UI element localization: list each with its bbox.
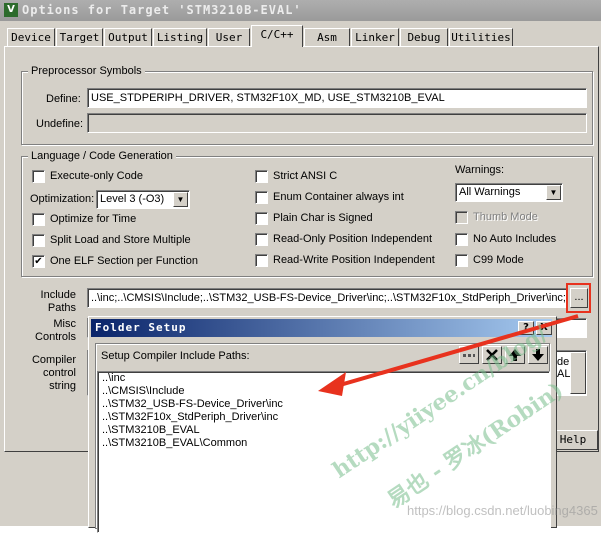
tab-cpp[interactable]: C/C++	[251, 25, 303, 47]
tab-debug[interactable]: Debug	[400, 28, 448, 47]
move-down-icon[interactable]	[528, 346, 548, 364]
rw-pi-label: Read-Write Position Independent	[273, 254, 435, 266]
chevron-down-icon[interactable]: ▼	[546, 185, 561, 200]
window-title: Options for Target 'STM3210B-EVAL'	[22, 3, 302, 17]
plain-char-label: Plain Char is Signed	[273, 212, 373, 224]
chevron-down-icon[interactable]: ▼	[173, 192, 188, 207]
undefine-input[interactable]	[87, 113, 587, 133]
language-group-label: Language / Code Generation	[28, 150, 176, 162]
tab-utilities[interactable]: Utilities	[449, 28, 513, 47]
execute-only-checkbox[interactable]	[32, 170, 45, 183]
list-item[interactable]: ..\STM3210B_EVAL	[102, 424, 200, 436]
tab-user[interactable]: User	[208, 28, 250, 47]
undefine-label: Undefine:	[36, 118, 84, 130]
folder-setup-title-bar: Folder Setup ? X	[91, 319, 552, 337]
one-elf-checkbox[interactable]: ✔	[32, 255, 45, 268]
strict-ansi-checkbox[interactable]	[255, 170, 268, 183]
move-up-icon[interactable]	[505, 346, 525, 364]
list-item[interactable]: ..\CMSIS\Include	[102, 385, 185, 397]
warnings-select[interactable]: All Warnings ▼	[455, 183, 563, 202]
one-elf-label: One ELF Section per Function	[50, 255, 198, 267]
misc-controls-label-1: Misc	[53, 318, 76, 330]
c99-mode-checkbox[interactable]	[455, 254, 468, 267]
no-auto-includes-checkbox[interactable]	[455, 233, 468, 246]
list-item[interactable]: ..\STM32_USB-FS-Device_Driver\inc	[102, 398, 283, 410]
preprocessor-group	[21, 71, 593, 145]
delete-icon[interactable]	[482, 346, 502, 364]
define-label: Define:	[46, 93, 81, 105]
keil-app-icon: V	[4, 3, 18, 17]
optimization-label: Optimization:	[30, 193, 95, 205]
no-auto-includes-label: No Auto Includes	[473, 233, 557, 245]
strict-ansi-label: Strict ANSI C	[273, 170, 338, 182]
enum-int-checkbox[interactable]	[255, 191, 268, 204]
define-input[interactable]: USE_STDPERIPH_DRIVER, STM32F10X_MD, USE_…	[87, 88, 587, 108]
ro-pi-label: Read-Only Position Independent	[273, 233, 432, 245]
title-bar: V Options for Target 'STM3210B-EVAL'	[0, 0, 601, 21]
optimization-select[interactable]: Level 3 (-O3) ▼	[96, 190, 190, 209]
c99-mode-label: C99 Mode	[473, 254, 524, 266]
folder-setup-title: Folder Setup	[95, 321, 187, 334]
optimization-value: Level 3 (-O3)	[100, 193, 165, 205]
include-paths-label-2: Paths	[47, 302, 76, 314]
list-item[interactable]: ..\STM3210B_EVAL\Common	[102, 437, 247, 449]
tab-device[interactable]: Device	[7, 28, 55, 47]
list-item[interactable]: ..\STM32F10x_StdPeriph_Driver\inc	[102, 411, 278, 423]
compiler-string-scrollbar[interactable]	[570, 352, 586, 394]
tab-listing[interactable]: Listing	[153, 28, 207, 47]
preprocessor-group-label: Preprocessor Symbols	[28, 65, 145, 77]
thumb-mode-checkbox[interactable]	[455, 211, 468, 224]
tab-target[interactable]: Target	[56, 28, 103, 47]
plain-char-checkbox[interactable]	[255, 212, 268, 225]
compiler-string-partial-2: AL	[557, 368, 571, 380]
rw-pi-checkbox[interactable]	[255, 254, 268, 267]
list-item[interactable]: ..\inc	[102, 372, 125, 384]
ro-pi-checkbox[interactable]	[255, 233, 268, 246]
thumb-mode-label: Thumb Mode	[473, 211, 538, 223]
optimize-time-checkbox[interactable]	[32, 213, 45, 226]
compiler-string-partial-1: de	[557, 356, 570, 368]
close-icon[interactable]: X	[536, 321, 552, 335]
enum-int-label: Enum Container always int	[273, 191, 404, 203]
tab-asm[interactable]: Asm	[304, 28, 350, 47]
new-folder-icon[interactable]	[459, 346, 479, 364]
compiler-string-label-2: control	[42, 367, 76, 379]
watermark-csdn: https://blog.csdn.net/luobing4365	[407, 503, 598, 518]
misc-controls-label-2: Controls	[35, 331, 76, 343]
help-icon[interactable]: ?	[518, 321, 534, 335]
execute-only-label: Execute-only Code	[50, 170, 143, 182]
include-paths-label-1: Include	[40, 289, 76, 301]
compiler-string-label-1: Compiler	[31, 354, 76, 366]
warnings-label: Warnings:	[455, 164, 505, 176]
browse-include-button[interactable]: ...	[570, 288, 588, 308]
split-load-label: Split Load and Store Multiple	[50, 234, 191, 246]
tab-output[interactable]: Output	[104, 28, 152, 47]
split-load-checkbox[interactable]	[32, 234, 45, 247]
folder-setup-list-label: Setup Compiler Include Paths:	[101, 350, 250, 362]
warnings-value: All Warnings	[459, 186, 521, 198]
folder-setup-dialog: Folder Setup ? X Setup Compiler Include …	[88, 316, 557, 533]
compiler-string-label-3: string	[49, 380, 76, 392]
tab-linker[interactable]: Linker	[351, 28, 399, 47]
optimize-time-label: Optimize for Time	[50, 213, 137, 225]
include-paths-input[interactable]: ..\inc;..\CMSIS\Include;..\STM32_USB-FS-…	[87, 288, 568, 308]
